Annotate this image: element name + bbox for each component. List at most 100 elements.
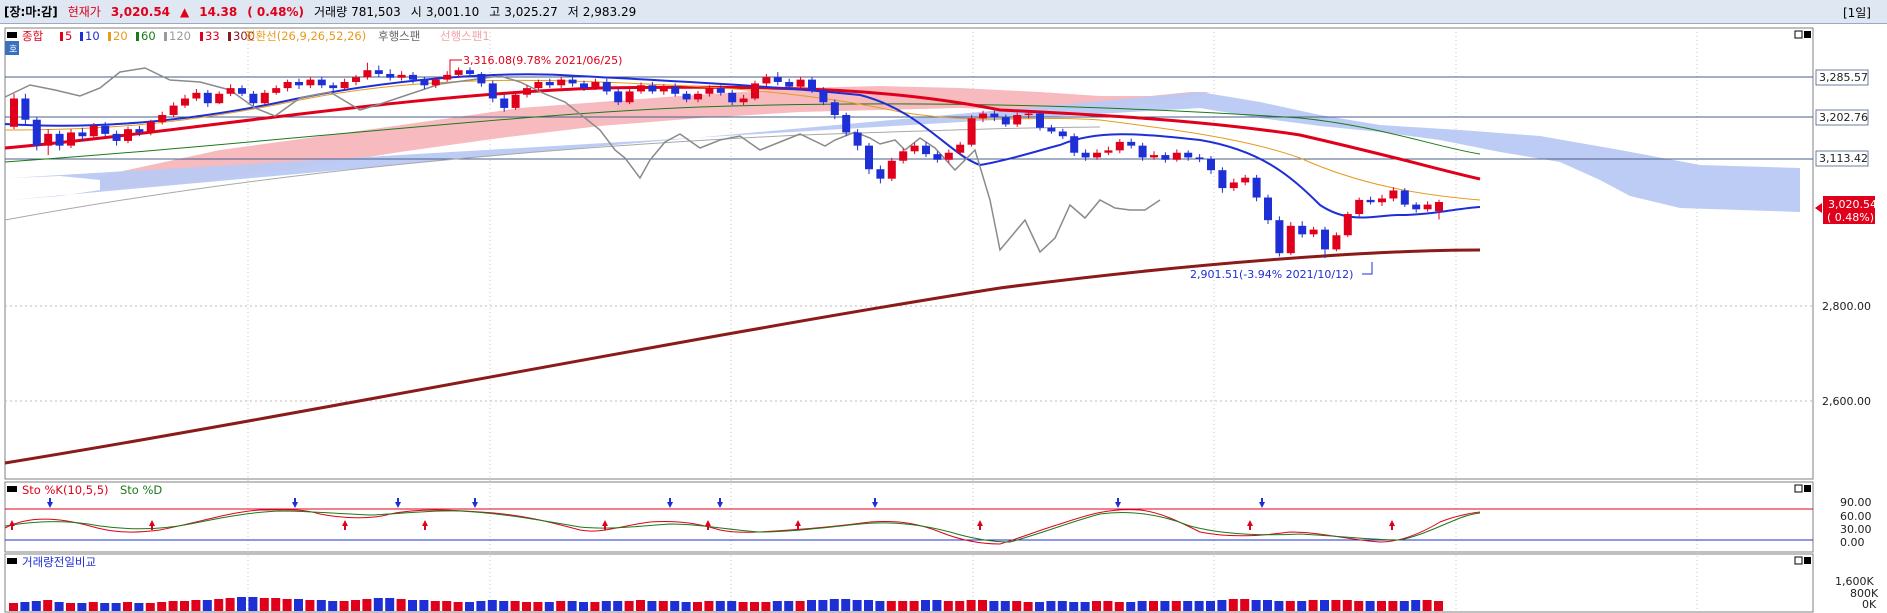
candle-body — [249, 93, 258, 104]
candle-body — [44, 133, 53, 146]
candle-body — [1378, 198, 1386, 203]
candle-body — [830, 102, 839, 115]
volume-bar — [419, 600, 429, 611]
candle-body — [511, 94, 520, 108]
change-up-icon: ▲ — [180, 4, 190, 19]
candle-body — [899, 151, 908, 161]
stoch-close-icon[interactable] — [1804, 485, 1811, 492]
candle-body — [1229, 182, 1238, 189]
candle-body — [1298, 225, 1307, 235]
panel-menu-icon[interactable] — [7, 32, 17, 38]
volume-bar — [123, 602, 132, 611]
volume-bar — [613, 601, 623, 611]
candle-body — [306, 79, 315, 86]
candle-body — [203, 92, 212, 104]
volume-bar — [202, 600, 212, 611]
volume-bar — [1149, 601, 1158, 611]
volume-bar — [750, 602, 759, 611]
volume-bar — [1057, 601, 1067, 611]
candle-body — [637, 85, 645, 92]
legend-ma-label: 20 — [113, 29, 128, 43]
candle-body — [842, 114, 851, 133]
volume-bar — [579, 602, 588, 611]
candle-body — [215, 93, 224, 104]
legend-ma-swatch — [136, 32, 139, 41]
stoch-tick-0: 0.00 — [1840, 536, 1865, 549]
volume-bar — [100, 603, 110, 611]
volume-bar — [715, 601, 725, 611]
volume-bar — [590, 602, 600, 611]
volume-bar — [1000, 601, 1010, 611]
stoch-k-label: Sto %K(10,5,5) — [22, 483, 109, 497]
candle-body — [728, 92, 737, 103]
volume-menu-icon[interactable] — [7, 558, 17, 564]
low-value: 2,983.29 — [582, 4, 637, 19]
volume-bar — [305, 600, 315, 611]
candle-body — [534, 81, 543, 89]
volume-bar — [66, 603, 75, 611]
volume-bar — [807, 600, 816, 611]
volume-bar — [9, 603, 18, 611]
stoch-tick-90: 90.00 — [1840, 496, 1872, 509]
volume-bar — [1331, 600, 1341, 611]
candle-body — [1001, 117, 1010, 125]
candle-body — [374, 70, 383, 74]
candle-body — [1081, 152, 1090, 158]
legend-ma-label: 60 — [141, 29, 156, 43]
volume-bar — [601, 601, 611, 611]
volume-bar — [1046, 601, 1056, 611]
volume-bar — [111, 603, 121, 611]
volume-bar — [339, 601, 349, 611]
candle-body — [694, 93, 702, 100]
volume-bar — [681, 602, 691, 611]
volume-bar — [499, 601, 509, 611]
candle-body — [352, 77, 360, 82]
legend-leading: 선행스팬1 — [440, 29, 490, 43]
volume-bar — [1137, 601, 1147, 611]
current-price-pointer-icon — [1815, 203, 1822, 213]
candle-body — [1412, 204, 1421, 210]
volume-bar — [1126, 602, 1136, 611]
volume-bar — [54, 602, 64, 611]
main-panel-close-icon[interactable] — [1804, 31, 1811, 38]
volume-bar — [442, 601, 452, 611]
volume-close-icon[interactable] — [1804, 557, 1811, 564]
volume-bar — [522, 602, 531, 611]
candle-body — [488, 83, 497, 99]
volume-bar — [134, 603, 144, 611]
stoch-menu-icon[interactable] — [7, 486, 17, 492]
candle-body — [10, 98, 18, 127]
period-selector[interactable]: [1일] — [1843, 4, 1871, 21]
volume-bar — [1342, 600, 1352, 611]
candle-body — [1241, 177, 1250, 183]
volume-bar — [88, 602, 98, 611]
candle-body — [956, 144, 965, 153]
chart-area[interactable]: 3,316.08(9.78% 2021/06/25) 2,901.51(-3.9… — [0, 24, 1887, 613]
y-tick-2600: 2,600.00 — [1822, 395, 1871, 408]
candle-body — [1355, 199, 1364, 215]
volume-bar — [316, 600, 326, 611]
volume-bar — [1274, 601, 1284, 611]
price-change-pct: ( 0.48%) — [247, 4, 305, 19]
candle-body — [1286, 225, 1295, 254]
candle-body — [1218, 170, 1227, 189]
volume-bar — [1160, 601, 1170, 611]
volume-bar — [20, 602, 30, 611]
candle-body — [682, 93, 691, 100]
candle-body — [431, 79, 440, 86]
legend-index-name: 종합 — [22, 29, 44, 43]
candle-body — [67, 132, 75, 146]
volume-bar — [636, 600, 645, 611]
candle-body — [785, 81, 794, 87]
volume-bar — [1365, 601, 1375, 611]
volume-bar — [1240, 599, 1250, 611]
volume-bar — [1080, 602, 1090, 611]
volume-bar — [487, 600, 497, 611]
stoch-tick-30: 30.00 — [1840, 523, 1872, 536]
volume-bar — [385, 598, 395, 611]
volume-bar — [225, 598, 235, 611]
open-label: 시 — [410, 5, 422, 19]
candle-body — [1115, 141, 1124, 151]
candle-body — [454, 70, 463, 75]
candle-body — [192, 92, 201, 99]
